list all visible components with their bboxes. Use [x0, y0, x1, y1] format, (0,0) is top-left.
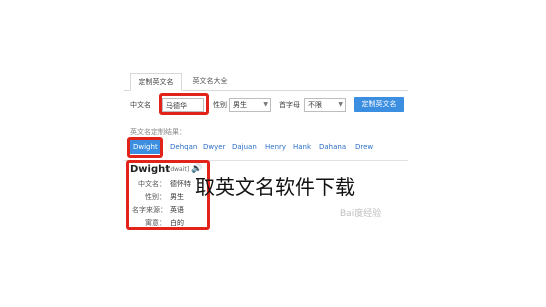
- result-name-drew[interactable]: Drew: [355, 140, 373, 154]
- highlight-box-input: [159, 93, 209, 115]
- result-name-dajuan[interactable]: Dajuan: [232, 140, 257, 154]
- initial-select[interactable]: 不限 ▼: [304, 98, 346, 112]
- highlight-box-selected-name: [127, 137, 163, 158]
- initial-label: 首字母: [279, 101, 300, 109]
- result-name-henry[interactable]: Henry: [265, 140, 286, 154]
- tab-name-list[interactable]: 英文名大全: [188, 73, 232, 89]
- chevron-down-icon: ▼: [263, 101, 268, 108]
- results-heading: 英文名定制结果：: [130, 128, 186, 136]
- chevron-down-icon: ▼: [338, 101, 343, 108]
- result-name-dwyer[interactable]: Dwyer: [203, 140, 225, 154]
- watermark: Bai度经验: [340, 209, 382, 219]
- result-name-dahana[interactable]: Dahana: [319, 140, 346, 154]
- result-name-dehqan[interactable]: Dehqan: [170, 140, 197, 154]
- result-name-hank[interactable]: Hank: [293, 140, 311, 154]
- gender-label: 性别: [213, 101, 227, 109]
- tab-bar: 定制英文名 英文名大全: [124, 70, 408, 91]
- generate-name-button[interactable]: 定制英文名: [354, 97, 404, 112]
- initial-select-value: 不限: [308, 101, 322, 109]
- tab-custom-name[interactable]: 定制英文名: [130, 73, 182, 91]
- chinese-name-label: 中文名: [130, 101, 151, 109]
- gender-select[interactable]: 男生 ▼: [229, 98, 271, 112]
- gender-select-value: 男生: [233, 101, 247, 109]
- overlay-caption: 取英文名软件下载: [195, 175, 355, 199]
